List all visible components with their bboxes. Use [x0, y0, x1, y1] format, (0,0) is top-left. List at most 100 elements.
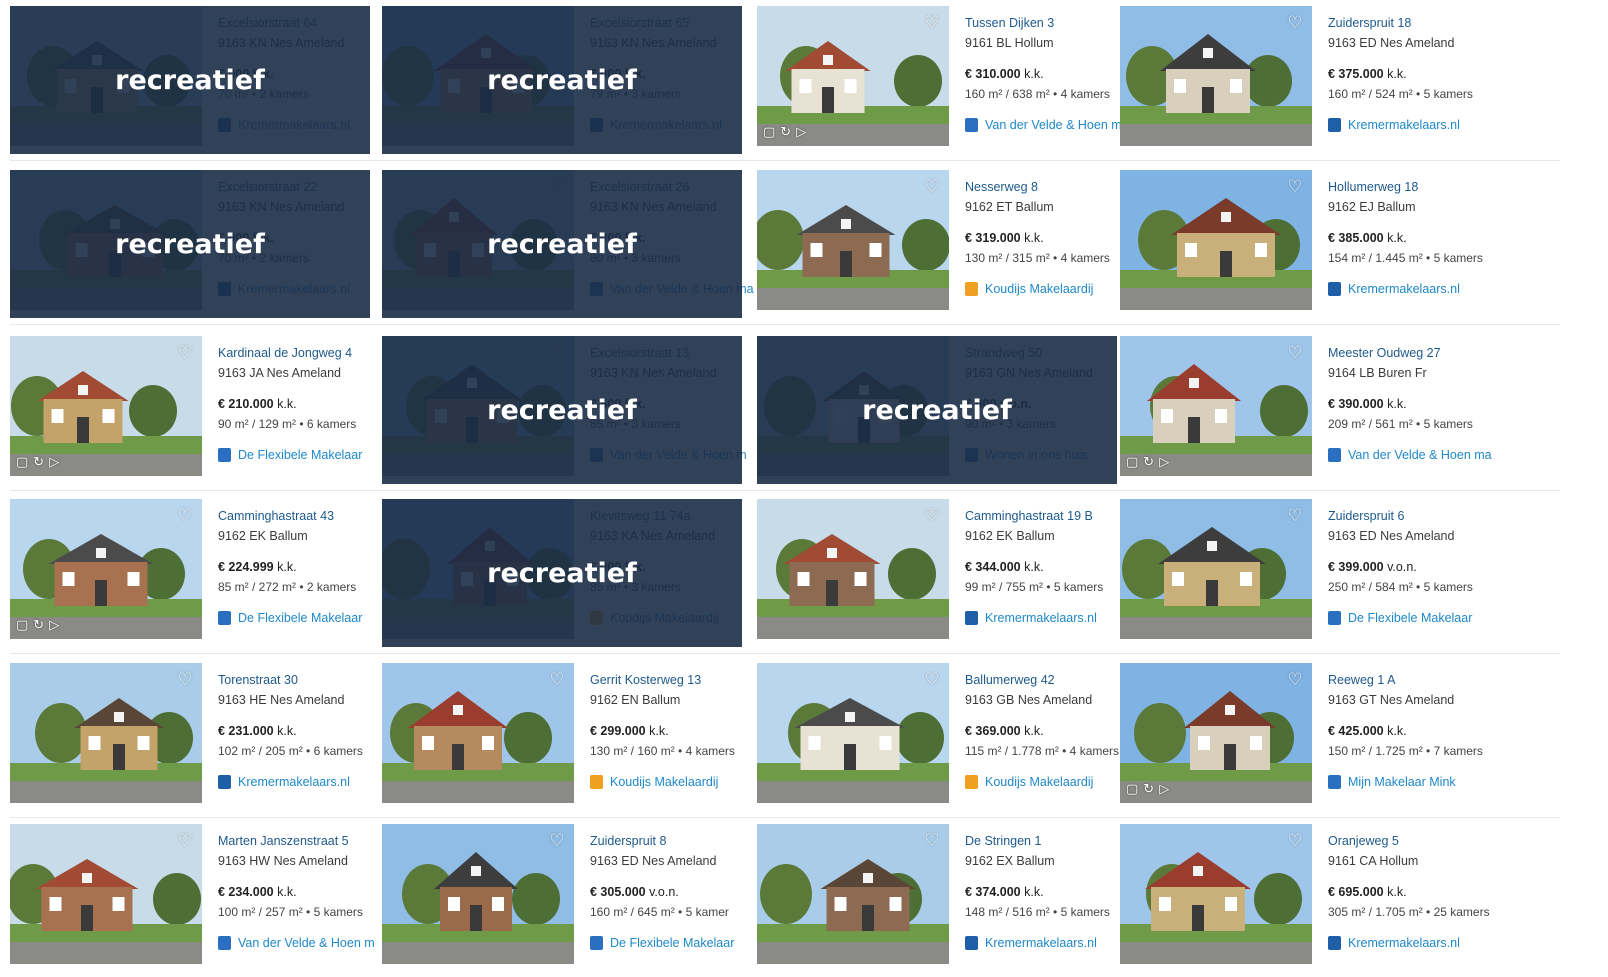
listing-card[interactable]: ♡ Zuiderspruit 8 9163 ED Nes Ameland € 3… — [382, 824, 754, 974]
listing-broker[interactable]: De Flexibele Makelaar — [218, 448, 382, 462]
listing-info: Gerrit Kosterweg 13 9162 EN Ballum € 299… — [590, 673, 754, 789]
listing-photo[interactable]: ♡ ▢↻▷ — [1120, 663, 1312, 803]
listing-broker[interactable]: Koudijs Makelaardij — [965, 775, 1129, 789]
favorite-heart-icon[interactable]: ♡ — [548, 671, 566, 689]
listing-photo[interactable]: ♡ — [757, 824, 949, 964]
favorite-heart-icon[interactable]: ♡ — [1286, 178, 1304, 196]
listing-broker[interactable]: De Flexibele Makelaar — [1328, 611, 1492, 625]
listing-photo[interactable]: ♡ — [10, 663, 202, 803]
listing-street[interactable]: Gerrit Kosterweg 13 — [590, 673, 754, 687]
listing-street[interactable]: Zuiderspruit 6 — [1328, 509, 1492, 523]
media-icons[interactable]: ▢↻▷ — [16, 454, 64, 470]
favorite-heart-icon[interactable]: ♡ — [1286, 344, 1304, 362]
favorite-heart-icon[interactable]: ♡ — [923, 178, 941, 196]
listing-broker[interactable]: Van der Velde & Hoen m — [965, 118, 1129, 132]
favorite-heart-icon[interactable]: ♡ — [1286, 832, 1304, 850]
listing-card[interactable]: ♡ Hollumerweg 18 9162 EJ Ballum € 385.00… — [1120, 170, 1492, 320]
listing-street[interactable]: Torenstraat 30 — [218, 673, 382, 687]
favorite-heart-icon[interactable]: ♡ — [548, 832, 566, 850]
listing-card[interactable]: ♡ ▢↻▷ Reeweg 1 A 9163 GT Nes Ameland € 4… — [1120, 663, 1492, 813]
favorite-heart-icon[interactable]: ♡ — [1286, 507, 1304, 525]
listing-card[interactable]: ♡ Excelsiorstraat 65 9163 KN Nes Ameland… — [382, 6, 754, 156]
listing-street[interactable]: Meester Oudweg 27 — [1328, 346, 1492, 360]
listing-photo[interactable]: ♡ — [1120, 170, 1312, 310]
listing-card[interactable]: ♡ Gerrit Kosterweg 13 9162 EN Ballum € 2… — [382, 663, 754, 813]
favorite-heart-icon[interactable]: ♡ — [176, 507, 194, 525]
listing-card[interactable]: ♡ Excelsiorstraat 26 9163 KN Nes Ameland… — [382, 170, 754, 320]
listing-broker[interactable]: Van der Velde & Hoen makelaardij o. — [1328, 448, 1492, 462]
listing-card[interactable]: ♡ Excelsiorstraat 64 9163 KN Nes Ameland… — [10, 6, 382, 156]
favorite-heart-icon[interactable]: ♡ — [923, 507, 941, 525]
listing-photo[interactable]: ♡ — [757, 663, 949, 803]
360-icon: ↻ — [33, 454, 50, 469]
listing-broker[interactable]: Kremermakelaars.nl — [1328, 936, 1492, 950]
listing-photo[interactable]: ♡ ▢↻▷ — [10, 336, 202, 476]
listing-broker[interactable]: Van der Velde & Hoen m — [218, 936, 382, 950]
listing-card[interactable]: ♡ Zuiderspruit 18 9163 ED Nes Ameland € … — [1120, 6, 1492, 156]
listing-broker[interactable]: Mijn Makelaar Mink — [1328, 775, 1492, 789]
listing-specs: 305 m² / 1.705 m² • 25 kamers — [1328, 905, 1490, 919]
listing-photo[interactable]: ♡ — [382, 824, 574, 964]
listing-card[interactable]: ♡ De Stringen 1 9162 EX Ballum € 374.000… — [757, 824, 1129, 974]
favorite-heart-icon[interactable]: ♡ — [1286, 14, 1304, 32]
listing-broker[interactable]: Kremermakelaars.nl — [1328, 282, 1492, 296]
media-icons[interactable]: ▢↻▷ — [763, 124, 811, 140]
favorite-heart-icon[interactable]: ♡ — [176, 832, 194, 850]
listing-card[interactable]: ♡ Ballumerweg 42 9163 GB Nes Ameland € 3… — [757, 663, 1129, 813]
listing-street[interactable]: Ballumerweg 42 — [965, 673, 1129, 687]
listing-broker[interactable]: De Flexibele Makelaar — [218, 611, 382, 625]
favorite-heart-icon[interactable]: ♡ — [1286, 671, 1304, 689]
media-icons[interactable]: ▢↻▷ — [16, 617, 64, 633]
listing-photo[interactable]: ♡ — [757, 499, 949, 639]
listing-street[interactable]: Hollumerweg 18 — [1328, 180, 1492, 194]
listing-photo[interactable]: ♡ — [1120, 499, 1312, 639]
favorite-heart-icon[interactable]: ♡ — [176, 671, 194, 689]
listing-card[interactable]: ♡ ▢↻▷ Camminghastraat 43 9162 EK Ballum … — [10, 499, 382, 649]
listing-broker[interactable]: Kremermakelaars.nl — [1328, 118, 1492, 132]
listing-card[interactable]: ♡ Strandweg 50 9163 GN Nes Ameland € 000… — [757, 336, 1129, 486]
listing-card[interactable]: ♡ Camminghastraat 19 B 9162 EK Ballum € … — [757, 499, 1129, 649]
listing-street[interactable]: Zuiderspruit 8 — [590, 834, 754, 848]
listing-broker[interactable]: Koudijs Makelaardij — [965, 282, 1129, 296]
listing-photo[interactable]: ♡ ▢↻▷ — [10, 499, 202, 639]
favorite-heart-icon[interactable]: ♡ — [923, 671, 941, 689]
listing-street[interactable]: Marten Janszenstraat 5 — [218, 834, 382, 848]
listing-card[interactable]: ♡ Nesserweg 8 9162 ET Ballum € 319.000 k… — [757, 170, 1129, 320]
listing-street[interactable]: De Stringen 1 — [965, 834, 1129, 848]
listing-card[interactable]: ♡ Marten Janszenstraat 5 9163 HW Nes Ame… — [10, 824, 382, 974]
listing-card[interactable]: ♡ ▢↻▷ Tussen Dijken 3 9161 BL Hollum € 3… — [757, 6, 1129, 156]
listing-broker[interactable]: Kremermakelaars.nl — [965, 936, 1129, 950]
listing-card[interactable]: ♡ Excelsiorstraat 22 9163 KN Nes Ameland… — [10, 170, 382, 320]
listing-street[interactable]: Kardinaal de Jongweg 4 — [218, 346, 382, 360]
favorite-heart-icon[interactable]: ♡ — [923, 14, 941, 32]
listing-card[interactable]: ♡ Oranjeweg 5 9161 CA Hollum € 695.000 k… — [1120, 824, 1492, 974]
listing-street[interactable]: Camminghastraat 19 B — [965, 509, 1129, 523]
listing-broker[interactable]: De Flexibele Makelaar — [590, 936, 754, 950]
listing-street[interactable]: Oranjeweg 5 — [1328, 834, 1492, 848]
listing-card[interactable]: ♡ Kievitsweg 11 74a 9163 KA Nes Ameland … — [382, 499, 754, 649]
listing-photo[interactable]: ♡ ▢↻▷ — [1120, 336, 1312, 476]
listing-broker[interactable]: Kremermakelaars.nl — [218, 775, 382, 789]
favorite-heart-icon[interactable]: ♡ — [176, 344, 194, 362]
listing-street[interactable]: Nesserweg 8 — [965, 180, 1129, 194]
listing-card[interactable]: ♡ Torenstraat 30 9163 HE Nes Ameland € 2… — [10, 663, 382, 813]
listing-photo[interactable]: ♡ — [1120, 6, 1312, 146]
listing-photo[interactable]: ♡ — [382, 663, 574, 803]
media-icons[interactable]: ▢↻▷ — [1126, 781, 1174, 797]
listing-broker[interactable]: Koudijs Makelaardij — [590, 775, 754, 789]
listing-street[interactable]: Camminghastraat 43 — [218, 509, 382, 523]
listing-photo[interactable]: ♡ ▢↻▷ — [757, 6, 949, 146]
listing-photo[interactable]: ♡ — [1120, 824, 1312, 964]
media-icons[interactable]: ▢↻▷ — [1126, 454, 1174, 470]
listing-card[interactable]: ♡ ▢↻▷ Meester Oudweg 27 9164 LB Buren Fr… — [1120, 336, 1492, 486]
favorite-heart-icon[interactable]: ♡ — [923, 832, 941, 850]
listing-card[interactable]: ♡ Zuiderspruit 6 9163 ED Nes Ameland € 3… — [1120, 499, 1492, 649]
listing-street[interactable]: Tussen Dijken 3 — [965, 16, 1129, 30]
listing-card[interactable]: ♡ ▢↻▷ Kardinaal de Jongweg 4 9163 JA Nes… — [10, 336, 382, 486]
listing-street[interactable]: Reeweg 1 A — [1328, 673, 1492, 687]
listing-photo[interactable]: ♡ — [757, 170, 949, 310]
listing-photo[interactable]: ♡ — [10, 824, 202, 964]
listing-card[interactable]: ♡ Excelsiorstraat 13 9163 KN Nes Ameland… — [382, 336, 754, 486]
listing-broker[interactable]: Kremermakelaars.nl — [965, 611, 1129, 625]
listing-street[interactable]: Zuiderspruit 18 — [1328, 16, 1492, 30]
